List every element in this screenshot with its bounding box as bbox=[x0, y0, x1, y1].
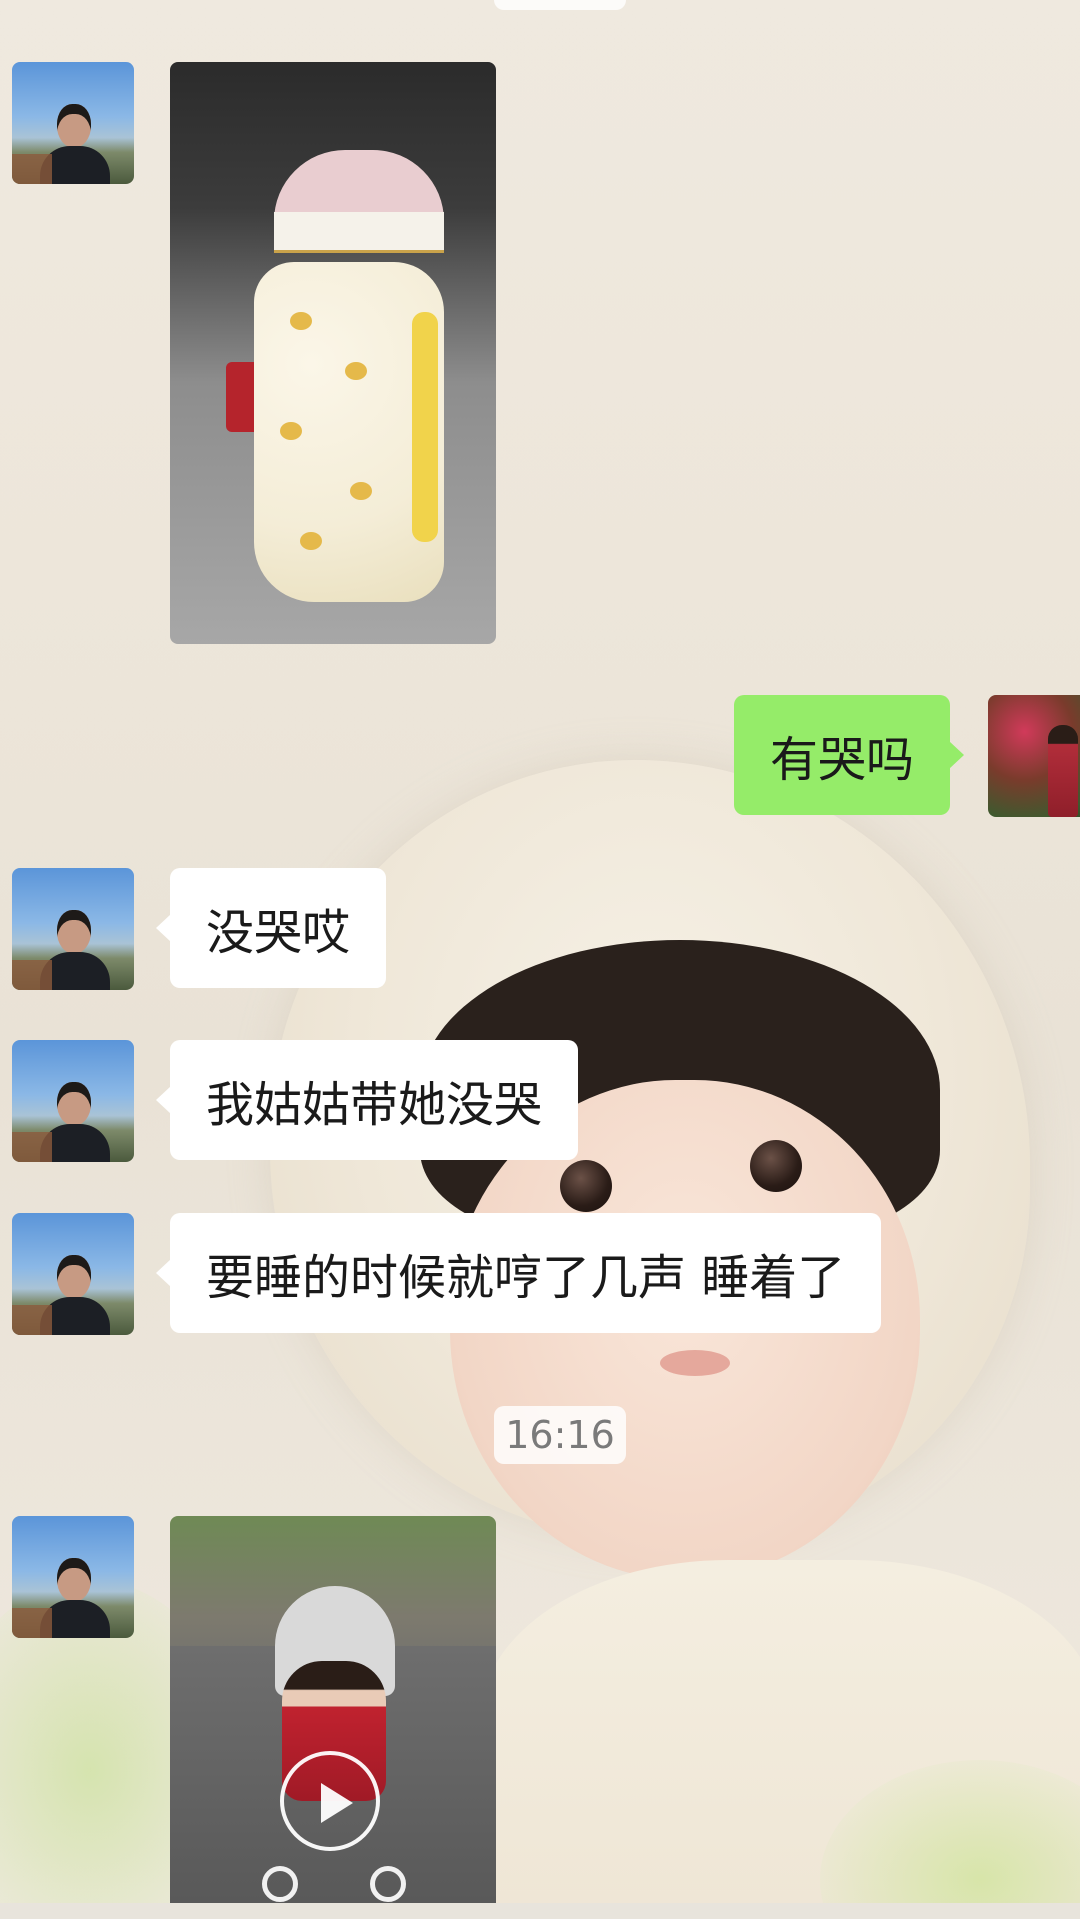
contact-avatar[interactable] bbox=[12, 868, 134, 990]
video-message-thumbnail[interactable] bbox=[170, 1516, 496, 1919]
incoming-message-bubble[interactable]: 没哭哎 bbox=[155, 868, 387, 988]
contact-avatar[interactable] bbox=[12, 1516, 134, 1638]
message-timestamp: 16:16 bbox=[494, 1406, 626, 1464]
chat-message-list[interactable]: 有哭吗 没哭哎 我姑姑带她没哭 要睡的时候就哼了几声 睡着了 16:16 bbox=[0, 0, 1080, 1919]
my-avatar[interactable] bbox=[988, 695, 1080, 817]
image-message-stroller[interactable] bbox=[170, 62, 496, 644]
contact-avatar[interactable] bbox=[12, 1213, 134, 1335]
outgoing-message-bubble[interactable]: 有哭吗 bbox=[733, 695, 965, 815]
bottom-edge bbox=[0, 1903, 1080, 1919]
incoming-message-bubble[interactable]: 要睡的时候就哼了几声 睡着了 bbox=[155, 1213, 882, 1333]
contact-avatar[interactable] bbox=[12, 1040, 134, 1162]
contact-avatar[interactable] bbox=[12, 62, 134, 184]
play-icon[interactable] bbox=[280, 1751, 380, 1851]
incoming-message-bubble[interactable]: 我姑姑带她没哭 bbox=[155, 1040, 579, 1160]
previous-timestamp-pill bbox=[494, 0, 626, 10]
